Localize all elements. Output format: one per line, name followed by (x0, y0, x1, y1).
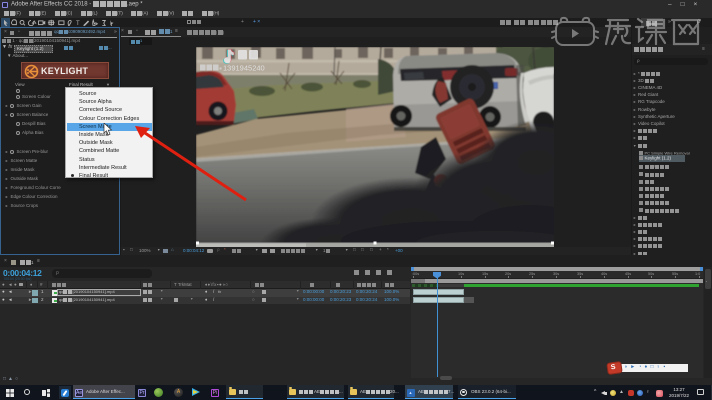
svg-text:T: T (76, 21, 80, 27)
svg-text:1391945240: 1391945240 (223, 64, 265, 73)
